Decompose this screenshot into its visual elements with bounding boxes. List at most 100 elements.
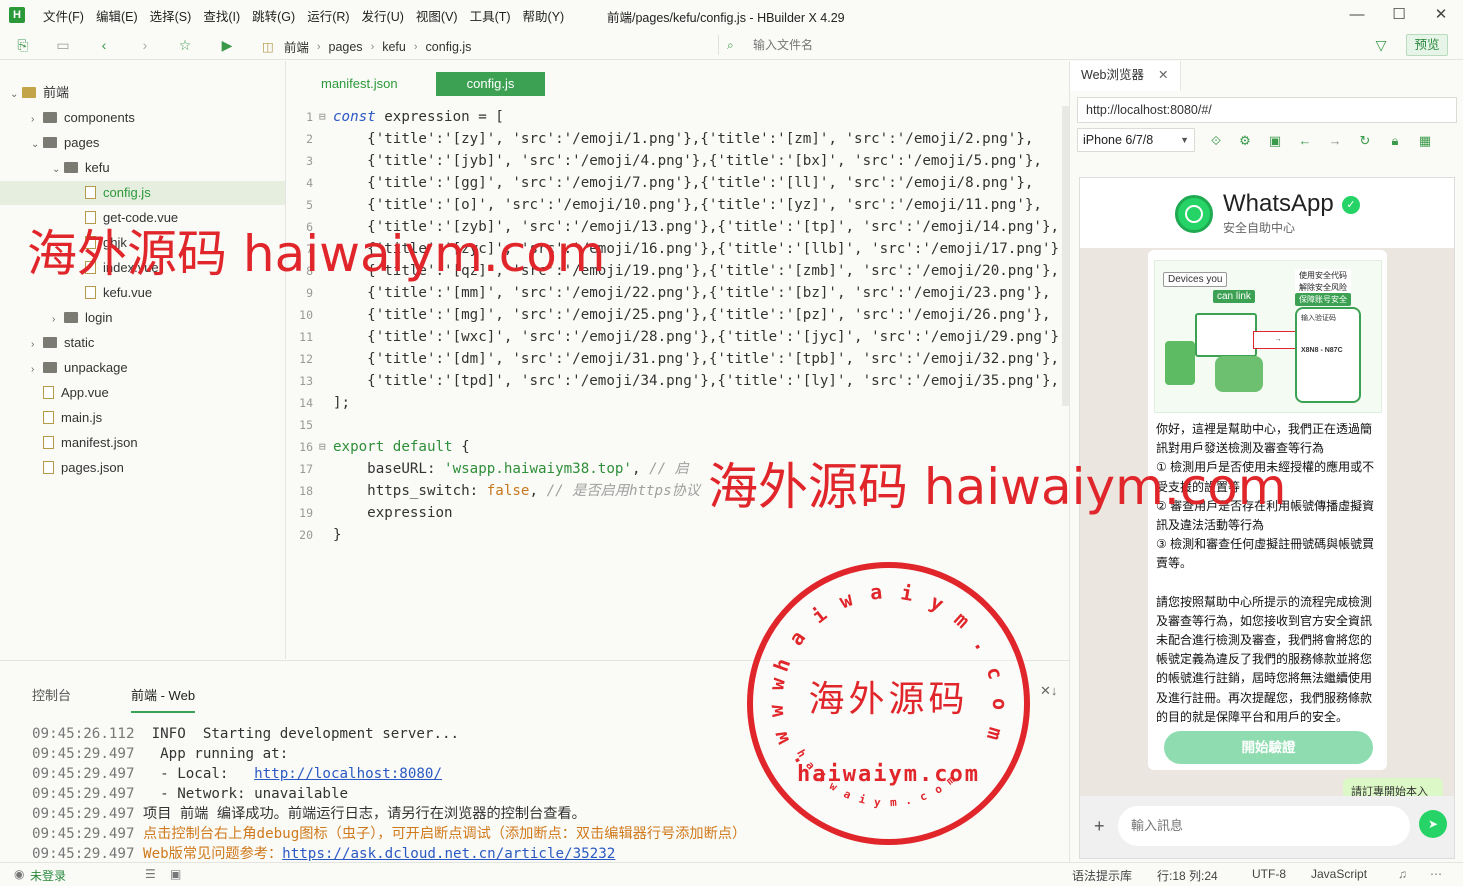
back-icon[interactable]: ‹ bbox=[95, 36, 113, 54]
menu-item[interactable]: 工具(T) bbox=[464, 6, 517, 25]
rotate-icon[interactable]: ⟐ bbox=[1207, 132, 1225, 150]
code-token: {'title':'[wxc]', 'src':'/emoji/28.png'}… bbox=[333, 329, 1062, 345]
breadcrumb-item[interactable]: pages bbox=[329, 40, 363, 54]
new-file-icon[interactable]: ⎘ bbox=[14, 36, 32, 54]
tree-file[interactable]: main.js bbox=[0, 406, 285, 430]
menu-item[interactable]: 运行(R) bbox=[301, 6, 355, 25]
line-number[interactable]: 10 bbox=[287, 304, 313, 326]
tree-file[interactable]: App.vue bbox=[0, 381, 285, 405]
menu-item[interactable]: 编辑(E) bbox=[90, 6, 144, 25]
console-link[interactable]: https://ask.dcloud.net.cn/article/35232 bbox=[282, 846, 615, 862]
close-console-icon[interactable]: ✕↓ bbox=[1040, 683, 1057, 699]
fold-toggle-icon[interactable]: ⊟ bbox=[319, 436, 326, 458]
tree-folder[interactable]: ⌄ 前端 bbox=[0, 81, 285, 105]
save-icon[interactable]: ▭ bbox=[54, 36, 72, 54]
menu-item[interactable]: 文件(F) bbox=[37, 6, 90, 25]
run-icon[interactable]: ▶ bbox=[218, 36, 236, 54]
refresh-icon[interactable]: ↻ bbox=[1356, 132, 1374, 150]
tab-web-browser[interactable]: Web浏览器 ✕ bbox=[1070, 61, 1181, 91]
start-verification-button[interactable]: 開始驗證 bbox=[1164, 731, 1373, 764]
line-number[interactable]: 13 bbox=[287, 370, 313, 392]
notification-bell-icon[interactable]: ♫ bbox=[1398, 867, 1407, 881]
stamp-ring-char: a bbox=[783, 625, 811, 650]
filter-icon[interactable]: ▽ bbox=[1372, 36, 1390, 54]
encoding[interactable]: UTF-8 bbox=[1252, 867, 1286, 881]
devtools-icon[interactable]: ▣ bbox=[1266, 132, 1284, 150]
tree-folder[interactable]: › login bbox=[0, 306, 285, 330]
menu-item[interactable]: 视图(V) bbox=[410, 6, 464, 25]
more-icon[interactable]: ⋯ bbox=[1430, 867, 1442, 881]
tree-item-label: pages.json bbox=[61, 460, 124, 475]
syntax-hint[interactable]: 语法提示库 bbox=[1072, 867, 1132, 884]
tab-console[interactable]: 控制台 bbox=[32, 685, 71, 704]
favorite-star-icon[interactable]: ☆ bbox=[176, 36, 194, 54]
qr-code-icon[interactable]: ▦ bbox=[1416, 132, 1434, 150]
code-token: expression bbox=[333, 505, 453, 521]
tree-folder[interactable]: › static bbox=[0, 331, 285, 355]
tree-item-label: components bbox=[64, 110, 135, 125]
list-icon[interactable]: ☰ bbox=[145, 867, 156, 881]
tab-manifest-json[interactable]: manifest.json bbox=[299, 72, 420, 96]
line-number[interactable]: 4 bbox=[287, 172, 313, 194]
line-number[interactable]: 12 bbox=[287, 348, 313, 370]
menu-item[interactable]: 发行(U) bbox=[356, 6, 410, 25]
console-link[interactable]: http://localhost:8080/ bbox=[254, 766, 442, 782]
line-number[interactable]: 17 bbox=[287, 458, 313, 480]
fold-toggle-icon[interactable]: ⊟ bbox=[319, 106, 326, 128]
line-number[interactable]: 5 bbox=[287, 194, 313, 216]
tree-folder[interactable]: › unpackage bbox=[0, 356, 285, 380]
title-bar: H 文件(F) 编辑(E) 选择(S) 查找(I) 跳转(G) 运行(R) 发行(U) 视图(… bbox=[0, 0, 1463, 30]
breadcrumb-item[interactable]: config.js bbox=[426, 40, 472, 54]
line-number[interactable]: 14 bbox=[287, 392, 313, 414]
language-mode[interactable]: JavaScript bbox=[1311, 867, 1367, 881]
close-tab-icon[interactable]: ✕ bbox=[1158, 61, 1168, 89]
code-text: {'title':'[tpd]', 'src':'/emoji/34.png'}… bbox=[333, 370, 1059, 392]
breadcrumb-item[interactable]: kefu bbox=[382, 40, 406, 54]
line-number[interactable]: 1 bbox=[287, 106, 313, 128]
code-text: {'title':'[mg]', 'src':'/emoji/25.png'},… bbox=[333, 304, 1050, 326]
code-token: {'title':'[jyb]', 'src':'/emoji/4.png'},… bbox=[333, 153, 1042, 169]
tree-file[interactable]: manifest.json bbox=[0, 431, 285, 455]
terminal-icon[interactable]: ▣ bbox=[170, 867, 181, 881]
message-input[interactable]: 輸入訊息 bbox=[1118, 806, 1410, 846]
menu-item[interactable]: 帮助(Y) bbox=[517, 6, 571, 25]
line-number[interactable]: 18 bbox=[287, 480, 313, 502]
chevron-right-icon: › bbox=[52, 314, 56, 325]
cursor-position[interactable]: 行:18 列:24 bbox=[1157, 867, 1218, 884]
line-number[interactable]: 19 bbox=[287, 502, 313, 524]
forward-icon[interactable]: › bbox=[136, 36, 154, 54]
code-text: {'title':'[jyb]', 'src':'/emoji/4.png'},… bbox=[333, 150, 1042, 172]
line-number[interactable]: 16 bbox=[287, 436, 313, 458]
menu-item[interactable]: 选择(S) bbox=[144, 6, 198, 25]
line-number[interactable]: 11 bbox=[287, 326, 313, 348]
send-icon[interactable]: ➤ bbox=[1419, 810, 1447, 838]
tree-file[interactable]: config.js bbox=[0, 181, 285, 205]
forward-arrow-icon[interactable]: → bbox=[1326, 132, 1344, 150]
back-arrow-icon[interactable]: ← bbox=[1296, 132, 1314, 150]
menu-item[interactable]: 查找(I) bbox=[197, 6, 246, 25]
line-number[interactable]: 2 bbox=[287, 128, 313, 150]
tree-file[interactable]: pages.json bbox=[0, 456, 285, 480]
minimize-icon[interactable]: — bbox=[1342, 4, 1372, 26]
url-input[interactable]: http://localhost:8080/#/ bbox=[1077, 97, 1457, 123]
maximize-icon[interactable]: ☐ bbox=[1384, 4, 1414, 26]
close-window-icon[interactable]: ✕ bbox=[1426, 4, 1456, 26]
line-number[interactable]: 15 bbox=[287, 414, 313, 436]
tab-frontend-web[interactable]: 前端 - Web bbox=[131, 685, 196, 713]
line-number[interactable]: 20 bbox=[287, 524, 313, 546]
tree-folder[interactable]: ⌄ pages bbox=[0, 131, 285, 155]
menu-item[interactable]: 跳转(G) bbox=[246, 6, 301, 25]
lock-icon[interactable]: 🔒︎ bbox=[1386, 132, 1404, 150]
file-search-input[interactable]: ⌕ 输入文件名 bbox=[718, 35, 1018, 55]
device-select[interactable]: iPhone 6/7/8 ▼ bbox=[1077, 128, 1195, 152]
tab-config-js[interactable]: config.js bbox=[436, 72, 545, 96]
settings-gear-icon[interactable]: ⚙ bbox=[1236, 132, 1254, 150]
project-icon: ◫ bbox=[262, 40, 274, 54]
login-status[interactable]: ◉ 未登录 bbox=[14, 867, 66, 884]
plus-icon[interactable]: + bbox=[1094, 816, 1105, 837]
preview-button[interactable]: 预览 bbox=[1406, 34, 1448, 56]
breadcrumb-item[interactable]: 前端 bbox=[284, 37, 309, 56]
tree-folder[interactable]: › components bbox=[0, 106, 285, 130]
tree-folder[interactable]: ⌄ kefu bbox=[0, 156, 285, 180]
line-number[interactable]: 3 bbox=[287, 150, 313, 172]
